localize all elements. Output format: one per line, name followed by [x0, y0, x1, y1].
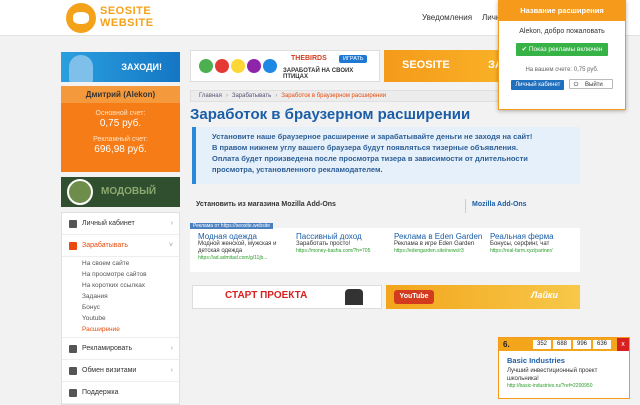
support-icon	[69, 389, 77, 397]
teaser-logo-icon: 6.	[503, 340, 510, 349]
submenu-extension[interactable]: Расширение	[62, 324, 179, 335]
promo-thumb-text: МОДОВЫЙ	[101, 186, 157, 197]
enter-banner[interactable]: ЗАХОДИ!	[61, 52, 180, 82]
start-project-banner[interactable]: СТАРТ ПРОЕКТА	[192, 285, 382, 309]
submenu-bonus[interactable]: Бонус	[62, 302, 179, 313]
close-icon[interactable]: x	[617, 338, 629, 351]
ad-balance-value: 696,98 руб.	[94, 144, 147, 155]
logo-text: SEOSITE WEBSITE	[100, 5, 154, 29]
bird-icon	[231, 59, 245, 73]
person-icon	[69, 55, 93, 82]
popup-buttons: Личный кабинет ⏻ Выйти	[499, 79, 625, 90]
money-icon	[69, 242, 77, 250]
teaser-popup-desc: Лучший инвестиционный проект школьника!	[507, 368, 598, 382]
submenu-own-site[interactable]: На своем сайте	[62, 258, 179, 269]
counter: 996	[573, 340, 591, 349]
teaser-item[interactable]: Пассивный доход Заработать просто! https…	[296, 232, 386, 254]
submenu-short-links[interactable]: На коротких ссылках	[62, 280, 179, 291]
logout-button[interactable]: ⏻ Выйти	[568, 79, 613, 89]
counter: 352	[533, 340, 551, 349]
user-balance-box: Дмитрий (Alekon) Основной счет: 0,75 руб…	[61, 86, 180, 172]
teaser-item[interactable]: Реальная ферма Бонусы, серфинг, чат http…	[490, 232, 580, 254]
birds-slogan: ЗАРАБОТАЙ НА СВОИХ ПТИЦАХ	[283, 68, 354, 80]
logo-mark-icon	[66, 3, 96, 33]
sidebar-item-exchange[interactable]: Обмен визитами ›	[62, 360, 179, 382]
sidebar: ЗАХОДИ! Дмитрий (Alekon) Основной счет: …	[61, 52, 180, 405]
chevron-down-icon: ˅	[168, 242, 173, 249]
extension-popup: Название расширения Alekon, добро пожало…	[498, 0, 626, 110]
thebirds-banner[interactable]: THEBIRDS ИГРАТЬ ЗАРАБОТАЙ НА СВОИХ ПТИЦА…	[190, 50, 380, 82]
enter-label: ЗАХОДИ!	[121, 62, 162, 72]
sidebar-item-cabinet[interactable]: Личный кабинет ›	[62, 213, 179, 235]
birds-play-button[interactable]: ИГРАТЬ	[339, 55, 368, 63]
sidebar-menu: Личный кабинет › Зарабатывать ˅ На своем…	[61, 212, 180, 405]
main-balance-label: Основной счет:	[95, 110, 146, 117]
teaser-popup-url: http://basic-industries.ru/?ref=2200950	[507, 383, 593, 389]
teaser-item[interactable]: Модная одежда Модной женской, мужская и …	[198, 232, 288, 261]
submenu-youtube[interactable]: Youtube	[62, 313, 179, 324]
user-icon	[69, 220, 77, 228]
sidebar-item-earn[interactable]: Зарабатывать ˅	[62, 235, 179, 257]
bird-icon	[215, 59, 229, 73]
popup-title: Название расширения	[499, 1, 625, 21]
teaser-item[interactable]: Реклама в Eden Garden Реклама в игре Ede…	[394, 232, 484, 254]
exchange-icon	[69, 367, 77, 375]
nav-notifications[interactable]: Уведомления	[422, 13, 472, 22]
ads-enabled-toggle[interactable]: ✔ Показ рекламы включен	[516, 43, 608, 56]
earn-submenu: На своем сайте На просмотре сайтов На ко…	[62, 257, 179, 338]
seosite-banner-text: SEOSITE	[402, 59, 450, 71]
bird-icon	[263, 59, 277, 73]
cabinet-button[interactable]: Личный кабинет	[511, 80, 565, 90]
birds-brand: THEBIRDS	[291, 55, 327, 62]
promo-thumb[interactable]: МОДОВЫЙ	[61, 177, 180, 207]
start-project-text: СТАРТ ПРОЕКТА	[225, 290, 308, 301]
install-row: Установить из магазина Mozilla Add-Ons M…	[190, 199, 580, 213]
sidebar-item-support[interactable]: Поддержка	[62, 382, 179, 404]
user-name: Дмитрий (Alekon)	[61, 86, 180, 103]
popup-greeting: Alekon, добро пожаловать	[519, 28, 605, 35]
teaser-popup: 6. 352 688 996 636 x Basic Industries Лу…	[498, 337, 630, 399]
bird-icon	[247, 59, 261, 73]
bottom-ad-row: СТАРТ ПРОЕКТА YouTube Лайки	[190, 285, 580, 311]
chevron-right-icon: ›	[170, 367, 173, 374]
counter: 688	[553, 340, 571, 349]
popup-balance: На вашем счете: 0,75 руб.	[525, 67, 599, 73]
sidebar-item-advertise[interactable]: Рекламировать ›	[62, 338, 179, 360]
teaser-popup-header: 6. 352 688 996 636 x	[499, 338, 629, 351]
main-balance-value: 0,75 руб.	[99, 118, 142, 129]
chevron-right-icon: ›	[170, 220, 173, 227]
submenu-tasks[interactable]: Задания	[62, 291, 179, 302]
extension-notice: Установите наше браузерное расширение и …	[192, 127, 580, 184]
teaser-popup-body[interactable]: Basic Industries Лучший инвестиционный п…	[499, 351, 629, 389]
likes-label: Лайки	[531, 290, 558, 300]
youtube-likes-banner[interactable]: YouTube Лайки	[386, 285, 580, 309]
youtube-label: YouTube	[394, 290, 434, 304]
teaser-block: Реклама от https://seosite.website Модна…	[190, 223, 580, 272]
megaphone-icon	[69, 345, 77, 353]
ad-balance-label: Рекламный счет:	[93, 136, 148, 143]
breadcrumb-current: Заработок в браузерном расширении	[281, 93, 387, 99]
person-at-desk-icon	[345, 289, 363, 305]
ball-icon	[67, 179, 93, 205]
teaser-popup-title: Basic Industries	[507, 356, 565, 365]
install-label: Установить из магазина Mozilla Add-Ons	[196, 201, 336, 208]
chevron-right-icon: ›	[170, 345, 173, 352]
bird-icon	[199, 59, 213, 73]
site-logo[interactable]: SEOSITE WEBSITE	[66, 3, 176, 33]
counter: 636	[593, 340, 611, 349]
breadcrumb-home[interactable]: Главная	[199, 93, 222, 99]
submenu-site-views[interactable]: На просмотре сайтов	[62, 269, 179, 280]
mozilla-addons-link[interactable]: Mozilla Add-Ons	[465, 199, 527, 213]
teaser-tag[interactable]: Реклама от https://seosite.website	[190, 223, 273, 229]
breadcrumb-earn[interactable]: Зарабатывать	[232, 93, 271, 99]
